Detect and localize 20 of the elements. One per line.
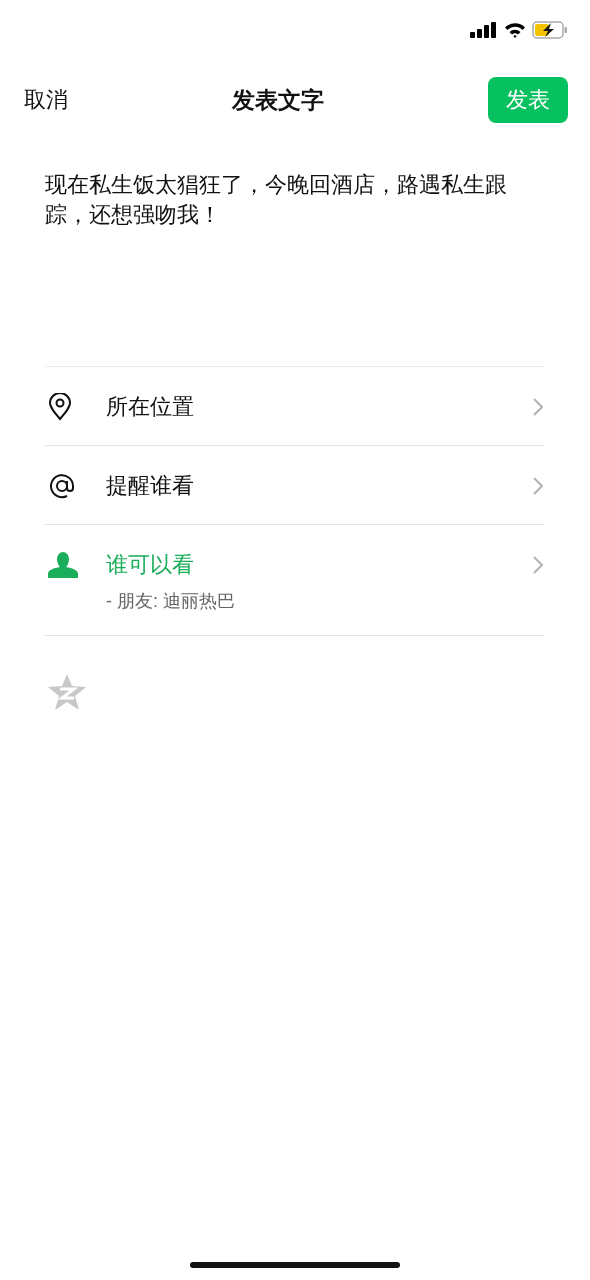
at-sign-icon — [48, 472, 76, 500]
option-row[interactable]: 谁可以看 - 朋友: 迪丽热巴 — [45, 525, 545, 636]
signal-icon — [470, 22, 498, 38]
wifi-icon — [504, 22, 526, 38]
chevron-right-icon — [533, 398, 543, 416]
page-title: 发表文字 — [232, 85, 324, 115]
chevron-right-icon — [533, 556, 543, 574]
location-pin-icon — [48, 393, 72, 421]
post-text-field[interactable]: 现在私生饭太猖狂了，今晚回酒店，路遇私生跟踪，还想强吻我！ — [45, 170, 545, 366]
option-label: 提醒谁看 — [106, 472, 194, 500]
cancel-button[interactable]: 取消 — [24, 85, 68, 115]
battery-icon — [532, 21, 568, 39]
option-row[interactable]: 提醒谁看 — [45, 446, 545, 525]
person-icon — [48, 552, 78, 578]
option-label: 谁可以看 — [106, 551, 194, 579]
option-label: 所在位置 — [106, 393, 194, 421]
option-detail: - 朋友: 迪丽热巴 — [106, 590, 235, 613]
chevron-right-icon — [533, 477, 543, 495]
option-row[interactable]: 所在位置 — [45, 367, 545, 446]
star-icon[interactable] — [48, 674, 86, 710]
